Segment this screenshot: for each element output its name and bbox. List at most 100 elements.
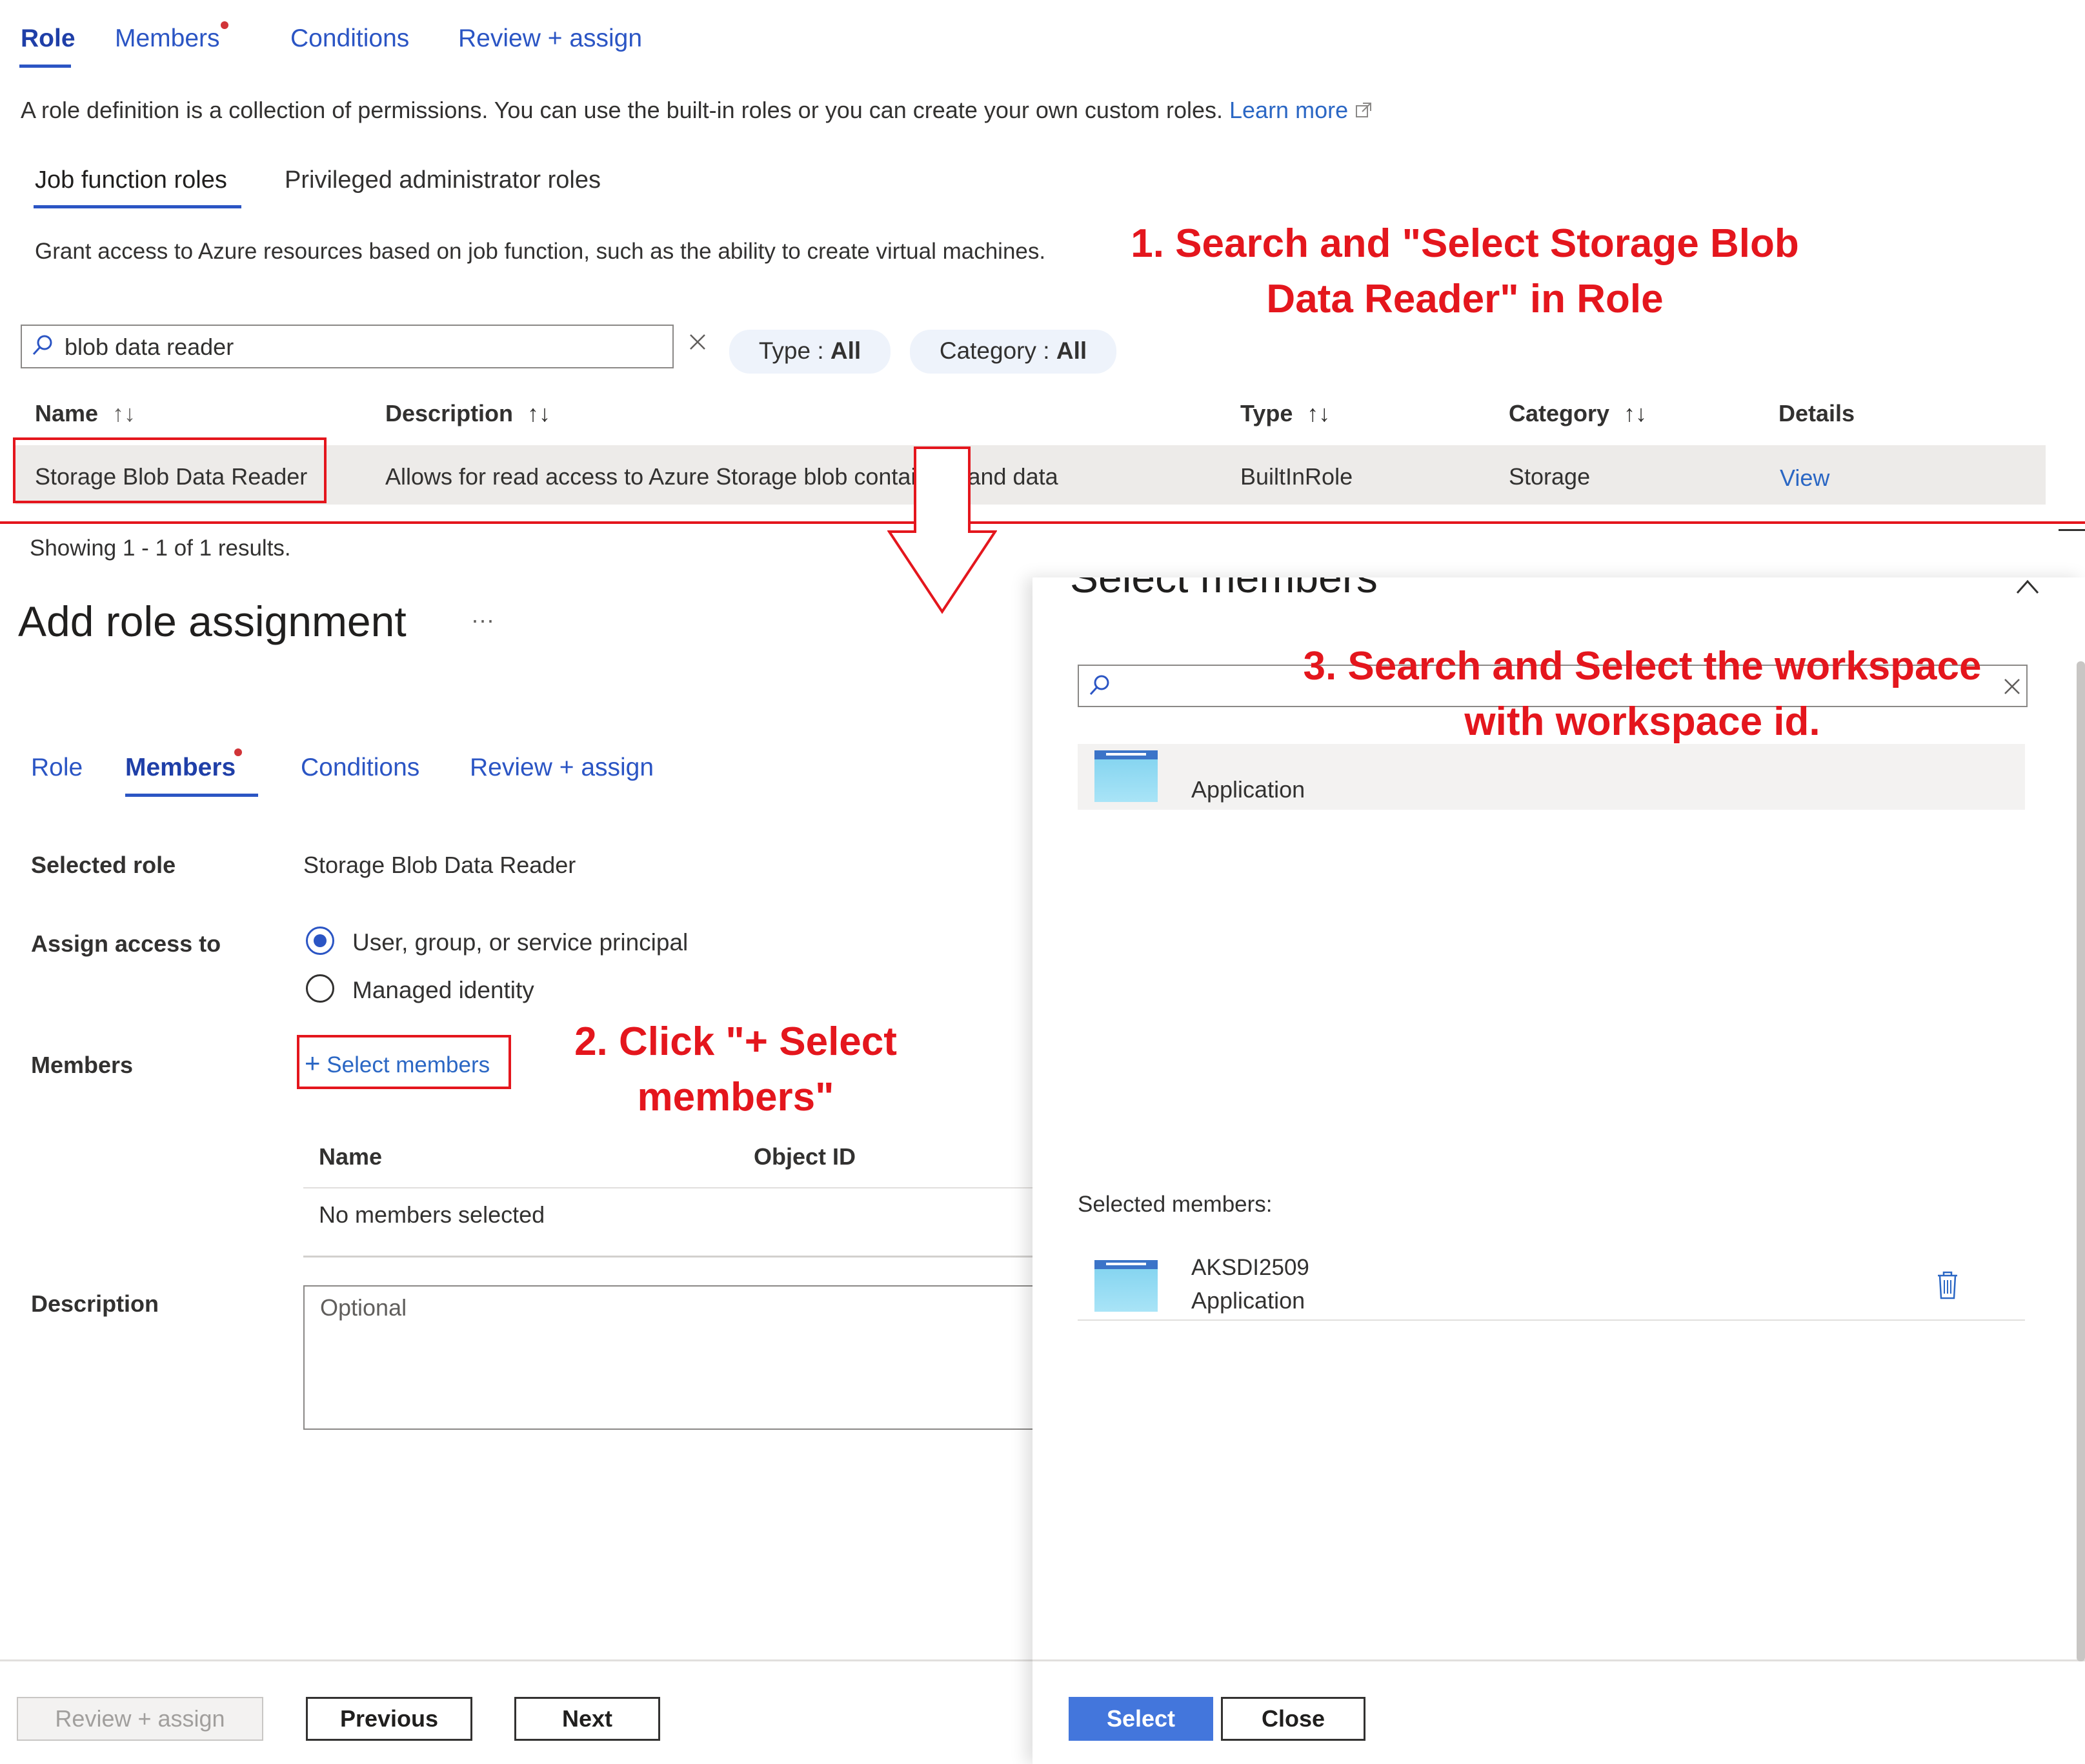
radio-selected-dot — [314, 934, 327, 947]
application-icon — [1094, 1260, 1158, 1312]
annotation-step2-line2: members" — [637, 1075, 834, 1119]
row-category: Storage — [1509, 463, 1591, 490]
header-details: Details — [1778, 400, 1855, 426]
category-filter-value: All — [1056, 337, 1087, 364]
header-name[interactable]: Name ↑↓ — [35, 400, 136, 427]
application-icon — [1094, 750, 1158, 802]
members-label: Members — [31, 1052, 134, 1078]
tab-role[interactable]: Role — [21, 25, 76, 53]
members-header-divider — [303, 1187, 1032, 1188]
sort-icon: ↑↓ — [1624, 400, 1647, 426]
search-value: blob data reader — [65, 334, 234, 360]
selected-role-value: Storage Blob Data Reader — [303, 852, 576, 878]
job-tab-underline — [34, 205, 241, 208]
annotation-step3-line1: 3. Search and Select the workspace — [1303, 644, 1982, 688]
tab-role-2[interactable]: Role — [31, 754, 83, 782]
no-members-text: No members selected — [319, 1201, 545, 1228]
radio-user-group[interactable] — [306, 927, 334, 955]
annotation-step3: 3. Search and Select the workspace with … — [1271, 639, 2013, 750]
highlight-role-row — [13, 437, 327, 503]
members-col-name: Name — [319, 1143, 383, 1170]
annotation-step1-line2: Data Reader" in Role — [1266, 277, 1664, 321]
clear-search-icon[interactable] — [688, 332, 707, 352]
tab-privileged-roles[interactable]: Privileged administrator roles — [285, 166, 601, 194]
description-label: Description — [31, 1290, 159, 1317]
tab-job-function-roles[interactable]: Job function roles — [35, 166, 227, 194]
selected-member-item: AKSDI2509 Application — [1078, 1254, 2025, 1322]
selected-role-label: Selected role — [31, 852, 176, 878]
header-category-label: Category — [1509, 400, 1610, 426]
view-link[interactable]: View — [1780, 465, 1829, 492]
next-button[interactable]: Next — [514, 1697, 660, 1741]
radio-managed-identity[interactable] — [306, 974, 334, 1003]
header-type[interactable]: Type ↑↓ — [1240, 400, 1330, 427]
members-tab-underline — [125, 794, 258, 797]
category-filter-label: Category : — [939, 337, 1056, 364]
tab-review-assign[interactable]: Review + assign — [458, 25, 642, 53]
search-icon — [32, 335, 52, 356]
tab-review-assign-2[interactable]: Review + assign — [470, 754, 654, 782]
required-dot — [234, 748, 242, 756]
category-filter[interactable]: Category : All — [910, 330, 1116, 374]
header-type-label: Type — [1240, 400, 1293, 426]
sort-icon: ↑↓ — [527, 400, 551, 426]
previous-button[interactable]: Previous — [306, 1697, 472, 1741]
header-name-label: Name — [35, 400, 99, 426]
selected-divider — [1078, 1319, 2025, 1321]
header-description[interactable]: Description ↑↓ — [385, 400, 550, 427]
tab-conditions[interactable]: Conditions — [290, 25, 409, 53]
selected-members-label: Selected members: — [1078, 1192, 1273, 1217]
annotation-step1-line1: 1. Search and "Select Storage Blob — [1131, 221, 1799, 266]
annotation-step1: 1. Search and "Select Storage Blob Data … — [1097, 216, 1833, 327]
select-members-panel: Select members 3. Search and Select the … — [1032, 577, 2085, 1764]
type-filter[interactable]: Type : All — [729, 330, 891, 374]
type-filter-label: Type : — [758, 337, 831, 364]
header-description-label: Description — [385, 400, 514, 426]
external-link-icon — [1356, 103, 1372, 117]
select-members-link[interactable]: + Select members — [305, 1048, 490, 1079]
tab-members-2[interactable]: Members — [125, 754, 236, 782]
page-title: Add role assignment — [18, 597, 407, 645]
annotation-step2-line1: 2. Click "+ Select — [574, 1019, 897, 1064]
plus-icon: + — [305, 1048, 321, 1078]
panel-scrollbar[interactable] — [2077, 661, 2085, 1661]
search-icon — [1089, 675, 1109, 696]
down-arrow-icon — [887, 446, 997, 614]
select-button[interactable]: Select — [1069, 1697, 1213, 1741]
option-managed-identity-label: Managed identity — [352, 977, 534, 1003]
grant-access-text: Grant access to Azure resources based on… — [35, 239, 1046, 264]
members-col-object-id: Object ID — [754, 1143, 856, 1170]
panel-edge-line — [2059, 529, 2085, 531]
search-result-item[interactable]: Application — [1078, 744, 2025, 810]
selected-member-name: AKSDI2509 — [1191, 1255, 1309, 1280]
delete-icon[interactable] — [1936, 1270, 1959, 1300]
assign-access-label: Assign access to — [31, 930, 221, 957]
selected-member-type: Application — [1191, 1287, 1305, 1314]
description-textarea[interactable]: Optional — [303, 1285, 1045, 1430]
role-description-text: A role definition is a collection of per… — [21, 97, 1223, 123]
select-members-label: Select members — [327, 1052, 490, 1077]
result-type: Application — [1191, 776, 1305, 803]
section-divider — [0, 521, 2085, 524]
members-table-divider — [303, 1256, 1032, 1258]
results-count: Showing 1 - 1 of 1 results. — [30, 536, 291, 561]
annotation-step2: 2. Click "+ Select members" — [555, 1014, 916, 1125]
sort-icon: ↑↓ — [112, 400, 136, 426]
row-type: BuiltInRole — [1240, 463, 1353, 490]
description-placeholder: Optional — [320, 1294, 407, 1321]
type-filter-value: All — [830, 337, 861, 364]
header-category[interactable]: Category ↑↓ — [1509, 400, 1647, 427]
more-options-icon[interactable]: ··· — [471, 606, 494, 634]
option-user-group-label: User, group, or service principal — [352, 929, 689, 956]
close-panel-icon[interactable] — [2015, 579, 2040, 594]
tab-role-underline — [19, 65, 71, 68]
tab-conditions-2[interactable]: Conditions — [301, 754, 419, 782]
review-assign-button[interactable]: Review + assign — [17, 1697, 263, 1741]
role-search-input[interactable]: blob data reader — [21, 325, 674, 368]
close-button[interactable]: Close — [1221, 1697, 1365, 1741]
annotation-step3-line2: with workspace id. — [1464, 699, 1820, 744]
tab-members[interactable]: Members — [115, 25, 220, 53]
role-description: A role definition is a collection of per… — [21, 97, 1373, 124]
learn-more-link[interactable]: Learn more — [1229, 97, 1348, 123]
footer-divider — [0, 1659, 1032, 1661]
